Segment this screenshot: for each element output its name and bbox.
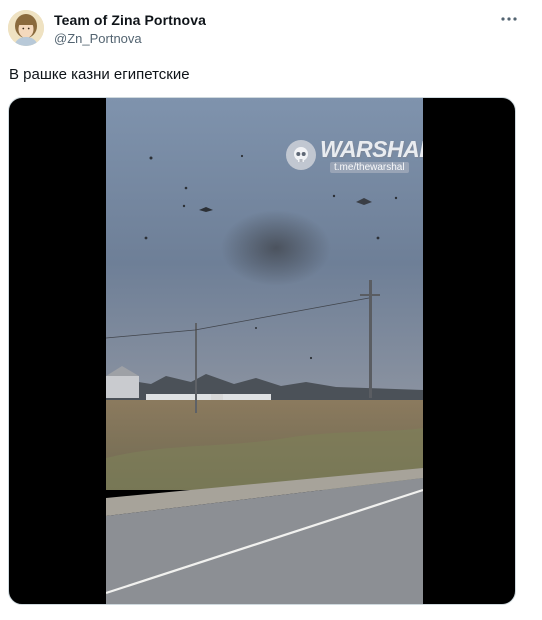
watermark-subtitle: t.me/thewarshal [330, 162, 409, 173]
video-player[interactable]: WARSHAL t.me/thewarshal [8, 97, 516, 605]
author-handle[interactable]: @Zn_Portnova [54, 31, 142, 46]
more-options-button[interactable] [498, 8, 520, 30]
skull-logo-icon [286, 140, 316, 170]
watermark-title: WARSHAL [320, 136, 423, 162]
tweet: Team of Zina Portnova @Zn_Portnova В раш… [0, 0, 542, 620]
tweet-text: В рашке казни египетские [9, 66, 190, 83]
avatar[interactable] [8, 10, 44, 46]
video-watermark: WARSHAL t.me/thewarshal [286, 136, 423, 176]
more-horizontal-icon [501, 17, 517, 21]
avatar-image [8, 10, 44, 46]
author-display-name[interactable]: Team of Zina Portnova [54, 12, 206, 28]
video-frame: WARSHAL t.me/thewarshal [106, 98, 423, 604]
